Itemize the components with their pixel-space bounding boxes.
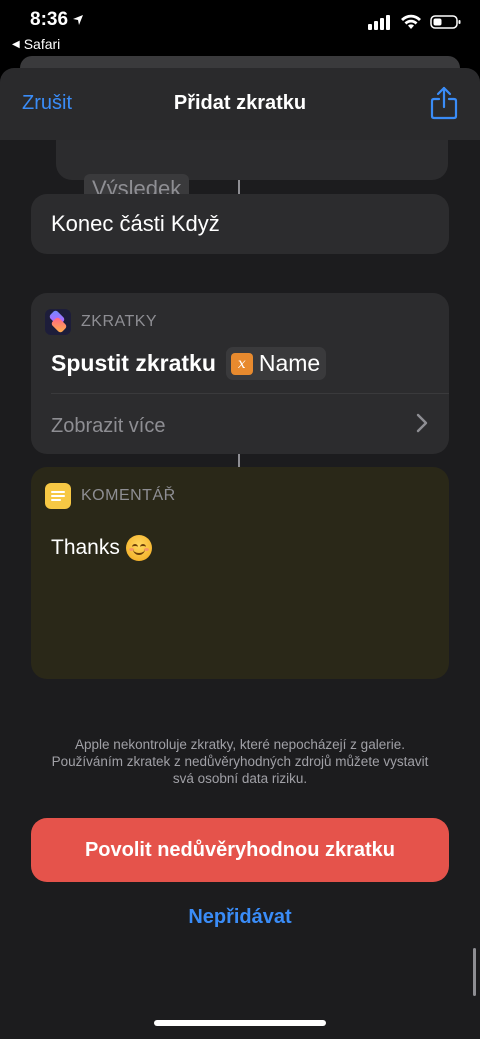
wifi-icon	[401, 14, 421, 29]
comment-icon	[45, 483, 71, 509]
status-icons	[368, 14, 462, 30]
comment-header: KOMENTÁŘ	[45, 483, 176, 509]
battery-icon	[430, 15, 461, 29]
navigation-bar: Zrušit Přidat zkratku	[0, 68, 480, 140]
smiling-face-emoji-icon	[125, 535, 152, 561]
run-shortcut-label: Spustit zkratku	[51, 350, 216, 376]
cellular-signal-icon	[368, 15, 390, 30]
show-more-button[interactable]: Zobrazit více	[51, 415, 165, 438]
home-indicator[interactable]	[154, 1020, 326, 1026]
status-time: 8:36	[30, 9, 84, 31]
action-connector	[238, 454, 240, 467]
shortcuts-app-icon	[45, 309, 71, 335]
divider	[51, 393, 449, 394]
comment-card[interactable]: KOMENTÁŘ Thanks	[31, 467, 449, 679]
run-shortcut-header: ZKRATKY	[45, 309, 157, 335]
end-if-label: Konec části Když	[51, 211, 220, 236]
comment-text: Thanks	[51, 535, 152, 561]
add-shortcut-sheet: Výsledek Konec části Když ZKRATKY Spusti…	[0, 68, 480, 1039]
back-to-app-button[interactable]: ◀ Safari	[12, 36, 60, 52]
variable-icon: x	[230, 352, 253, 375]
action-connector	[238, 180, 240, 194]
scroll-indicator[interactable]	[473, 948, 476, 996]
comment-app-label: KOMENTÁŘ	[81, 487, 176, 504]
shortcuts-app-label: ZKRATKY	[81, 313, 158, 330]
time-label: 8:36	[30, 9, 69, 30]
allow-untrusted-shortcut-button[interactable]: Povolit nedůvěryhodnou zkratku	[31, 818, 449, 882]
variable-label: Name	[258, 350, 321, 376]
name-variable-chip[interactable]: x Name	[225, 347, 327, 380]
back-triangle-icon: ◀	[12, 38, 20, 50]
page-title: Přidat zkratku	[173, 92, 307, 114]
location-arrow-icon	[73, 15, 84, 25]
back-app-label: Safari	[23, 36, 61, 52]
dont-add-button[interactable]: Nepřidávat	[0, 906, 480, 929]
run-shortcut-card[interactable]: ZKRATKY Spustit zkratku x Name Zobrazit …	[31, 293, 449, 454]
share-icon[interactable]	[430, 86, 458, 120]
run-shortcut-action: Spustit zkratku x Name	[51, 347, 327, 380]
untrusted-disclaimer: Apple nekontroluje zkratky, které nepoch…	[51, 737, 429, 786]
comment-text-label: Thanks	[51, 536, 120, 559]
end-if-card[interactable]: Konec části Když	[31, 194, 449, 254]
status-bar: 8:36 ◀ Safari	[0, 0, 480, 60]
chevron-right-icon	[416, 413, 428, 433]
